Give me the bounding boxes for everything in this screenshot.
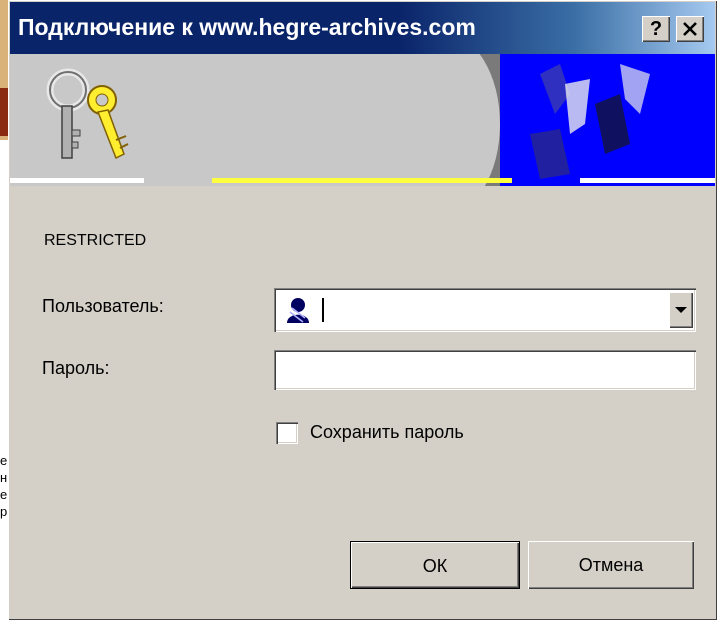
dialog-title: Подключение к www.hegre-archives.com <box>18 14 476 40</box>
realm-text: RESTRICTED <box>44 232 147 249</box>
abstract-banner-art <box>530 64 650 179</box>
username-label: Пользователь: <box>42 296 164 316</box>
ok-button[interactable]: ОК <box>350 541 520 589</box>
close-icon <box>683 22 697 36</box>
cancel-button[interactable]: Отмена <box>528 541 694 589</box>
text-caret <box>322 298 324 322</box>
keys-icon <box>46 68 129 160</box>
user-icon <box>287 298 309 323</box>
help-button[interactable]: ? <box>642 16 670 42</box>
dialog-banner <box>10 54 715 186</box>
login-dialog: Подключение к www.hegre-archives.com ? R… <box>8 0 717 620</box>
remember-password-checkbox[interactable] <box>276 422 298 444</box>
close-button[interactable] <box>676 16 704 42</box>
remember-password-label[interactable]: Сохранить пароль <box>310 422 464 443</box>
password-input[interactable] <box>274 350 696 390</box>
password-label: Пароль: <box>42 358 110 378</box>
chevron-down-icon <box>675 307 687 313</box>
username-dropdown-button[interactable] <box>669 292 693 328</box>
username-combobox[interactable] <box>274 288 696 332</box>
title-bar[interactable]: Подключение к www.hegre-archives.com ? <box>10 2 715 54</box>
